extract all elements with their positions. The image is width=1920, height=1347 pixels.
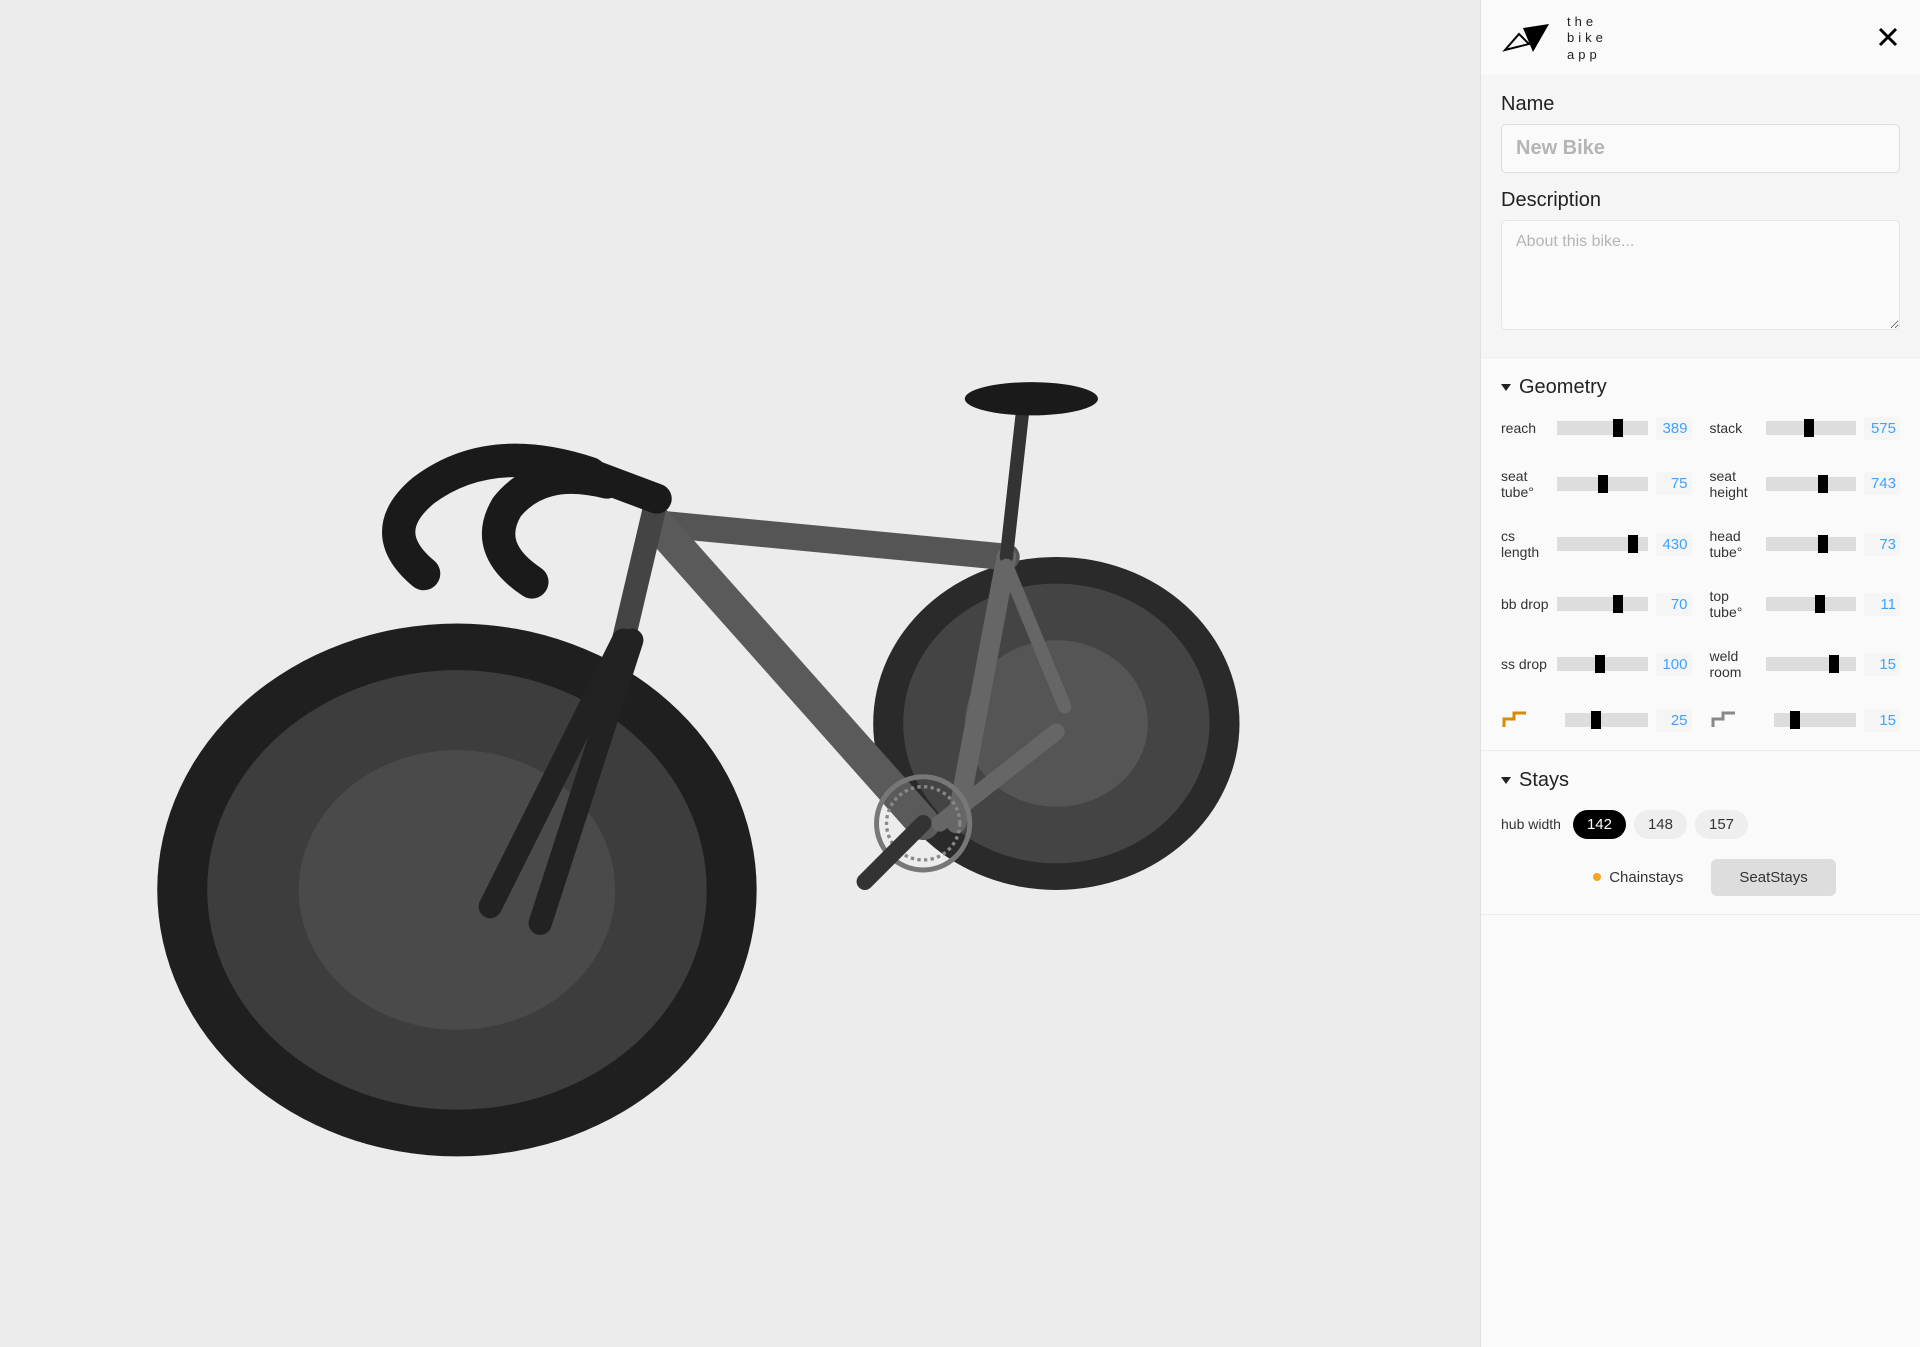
geometry-param-label: head tube° (1710, 528, 1758, 560)
step-orange-icon (1501, 710, 1529, 730)
geometry-param-row: seat height 743 (1710, 468, 1901, 500)
hub-width-option[interactable]: 157 (1695, 810, 1748, 839)
geometry-title: Geometry (1519, 376, 1607, 399)
geometry-param-label: cs length (1501, 528, 1549, 560)
geometry-param-row: weld room 15 (1710, 648, 1901, 680)
geometry-param-row: ss drop 100 (1501, 648, 1692, 680)
stays-tab[interactable]: Chainstays (1565, 859, 1711, 896)
close-button[interactable] (1874, 21, 1902, 55)
close-icon (1878, 27, 1898, 47)
geometry-slider[interactable] (1766, 657, 1857, 671)
geometry-param-row: 15 (1710, 709, 1901, 732)
geometry-param-row: seat tube° 75 (1501, 468, 1692, 500)
geometry-param-value[interactable]: 430 (1656, 533, 1692, 556)
geometry-slider[interactable] (1766, 477, 1857, 491)
geometry-param-value[interactable]: 75 (1656, 472, 1692, 495)
description-label: Description (1501, 189, 1900, 212)
geometry-param-row: head tube° 73 (1710, 528, 1901, 560)
geometry-param-label: stack (1710, 420, 1758, 436)
geometry-param-value[interactable]: 70 (1656, 593, 1692, 616)
geometry-param-label: ss drop (1501, 656, 1549, 672)
brand-line-1: the (1567, 14, 1607, 30)
brand-logo: the bike app (1499, 14, 1607, 63)
hub-width-label: hub width (1501, 816, 1561, 832)
tab-label: SeatStays (1739, 869, 1807, 886)
caret-down-icon (1501, 777, 1511, 784)
geometry-param-label: reach (1501, 420, 1549, 436)
geometry-slider[interactable] (1557, 537, 1648, 551)
geometry-param-value[interactable]: 73 (1864, 533, 1900, 556)
geometry-slider[interactable] (1557, 421, 1648, 435)
geometry-slider[interactable] (1774, 713, 1857, 727)
geometry-slider[interactable] (1766, 597, 1857, 611)
brand-line-3: app (1567, 47, 1607, 63)
brand-line-2: bike (1567, 30, 1607, 46)
geometry-param-value[interactable]: 743 (1864, 472, 1900, 495)
geometry-slider[interactable] (1565, 713, 1648, 727)
geometry-param-value[interactable]: 575 (1864, 417, 1900, 440)
geometry-slider[interactable] (1766, 421, 1857, 435)
stays-title: Stays (1519, 769, 1569, 792)
geometry-param-label: bb drop (1501, 596, 1549, 612)
geometry-param-label: top tube° (1710, 588, 1758, 620)
step-gray-icon (1710, 710, 1738, 730)
properties-panel: the bike app Name Description G (1480, 0, 1920, 1347)
geometry-param-value[interactable]: 389 (1656, 417, 1692, 440)
logo-icon (1499, 20, 1555, 56)
bike-viewport[interactable] (0, 0, 1480, 1347)
geometry-param-value[interactable]: 15 (1864, 709, 1900, 732)
geometry-section-toggle[interactable]: Geometry (1501, 376, 1900, 399)
name-label: Name (1501, 93, 1900, 116)
geometry-param-value[interactable]: 25 (1656, 709, 1692, 732)
geometry-param-row: bb drop 70 (1501, 588, 1692, 620)
stays-section-toggle[interactable]: Stays (1501, 769, 1900, 792)
geometry-slider[interactable] (1557, 477, 1648, 491)
geometry-param-row: cs length 430 (1501, 528, 1692, 560)
geometry-param-label: seat height (1710, 468, 1758, 500)
name-input[interactable] (1501, 124, 1900, 173)
geometry-param-row: reach 389 (1501, 417, 1692, 440)
caret-down-icon (1501, 384, 1511, 391)
description-input[interactable] (1501, 220, 1900, 330)
stays-tab[interactable]: SeatStays (1711, 859, 1835, 896)
hub-width-option[interactable]: 148 (1634, 810, 1687, 839)
geometry-slider[interactable] (1557, 657, 1648, 671)
geometry-param-value[interactable]: 11 (1864, 593, 1900, 616)
geometry-param-label: seat tube° (1501, 468, 1549, 500)
geometry-slider[interactable] (1766, 537, 1857, 551)
geometry-param-label: weld room (1710, 648, 1758, 680)
tab-label: Chainstays (1609, 869, 1683, 886)
geometry-param-row: top tube° 11 (1710, 588, 1901, 620)
geometry-param-row: stack 575 (1710, 417, 1901, 440)
geometry-param-value[interactable]: 15 (1864, 653, 1900, 676)
geometry-slider[interactable] (1557, 597, 1648, 611)
tab-indicator-dot (1593, 873, 1601, 881)
geometry-param-value[interactable]: 100 (1656, 653, 1692, 676)
bike-render (74, 174, 1406, 1173)
geometry-param-row: 25 (1501, 709, 1692, 732)
hub-width-option[interactable]: 142 (1573, 810, 1626, 839)
